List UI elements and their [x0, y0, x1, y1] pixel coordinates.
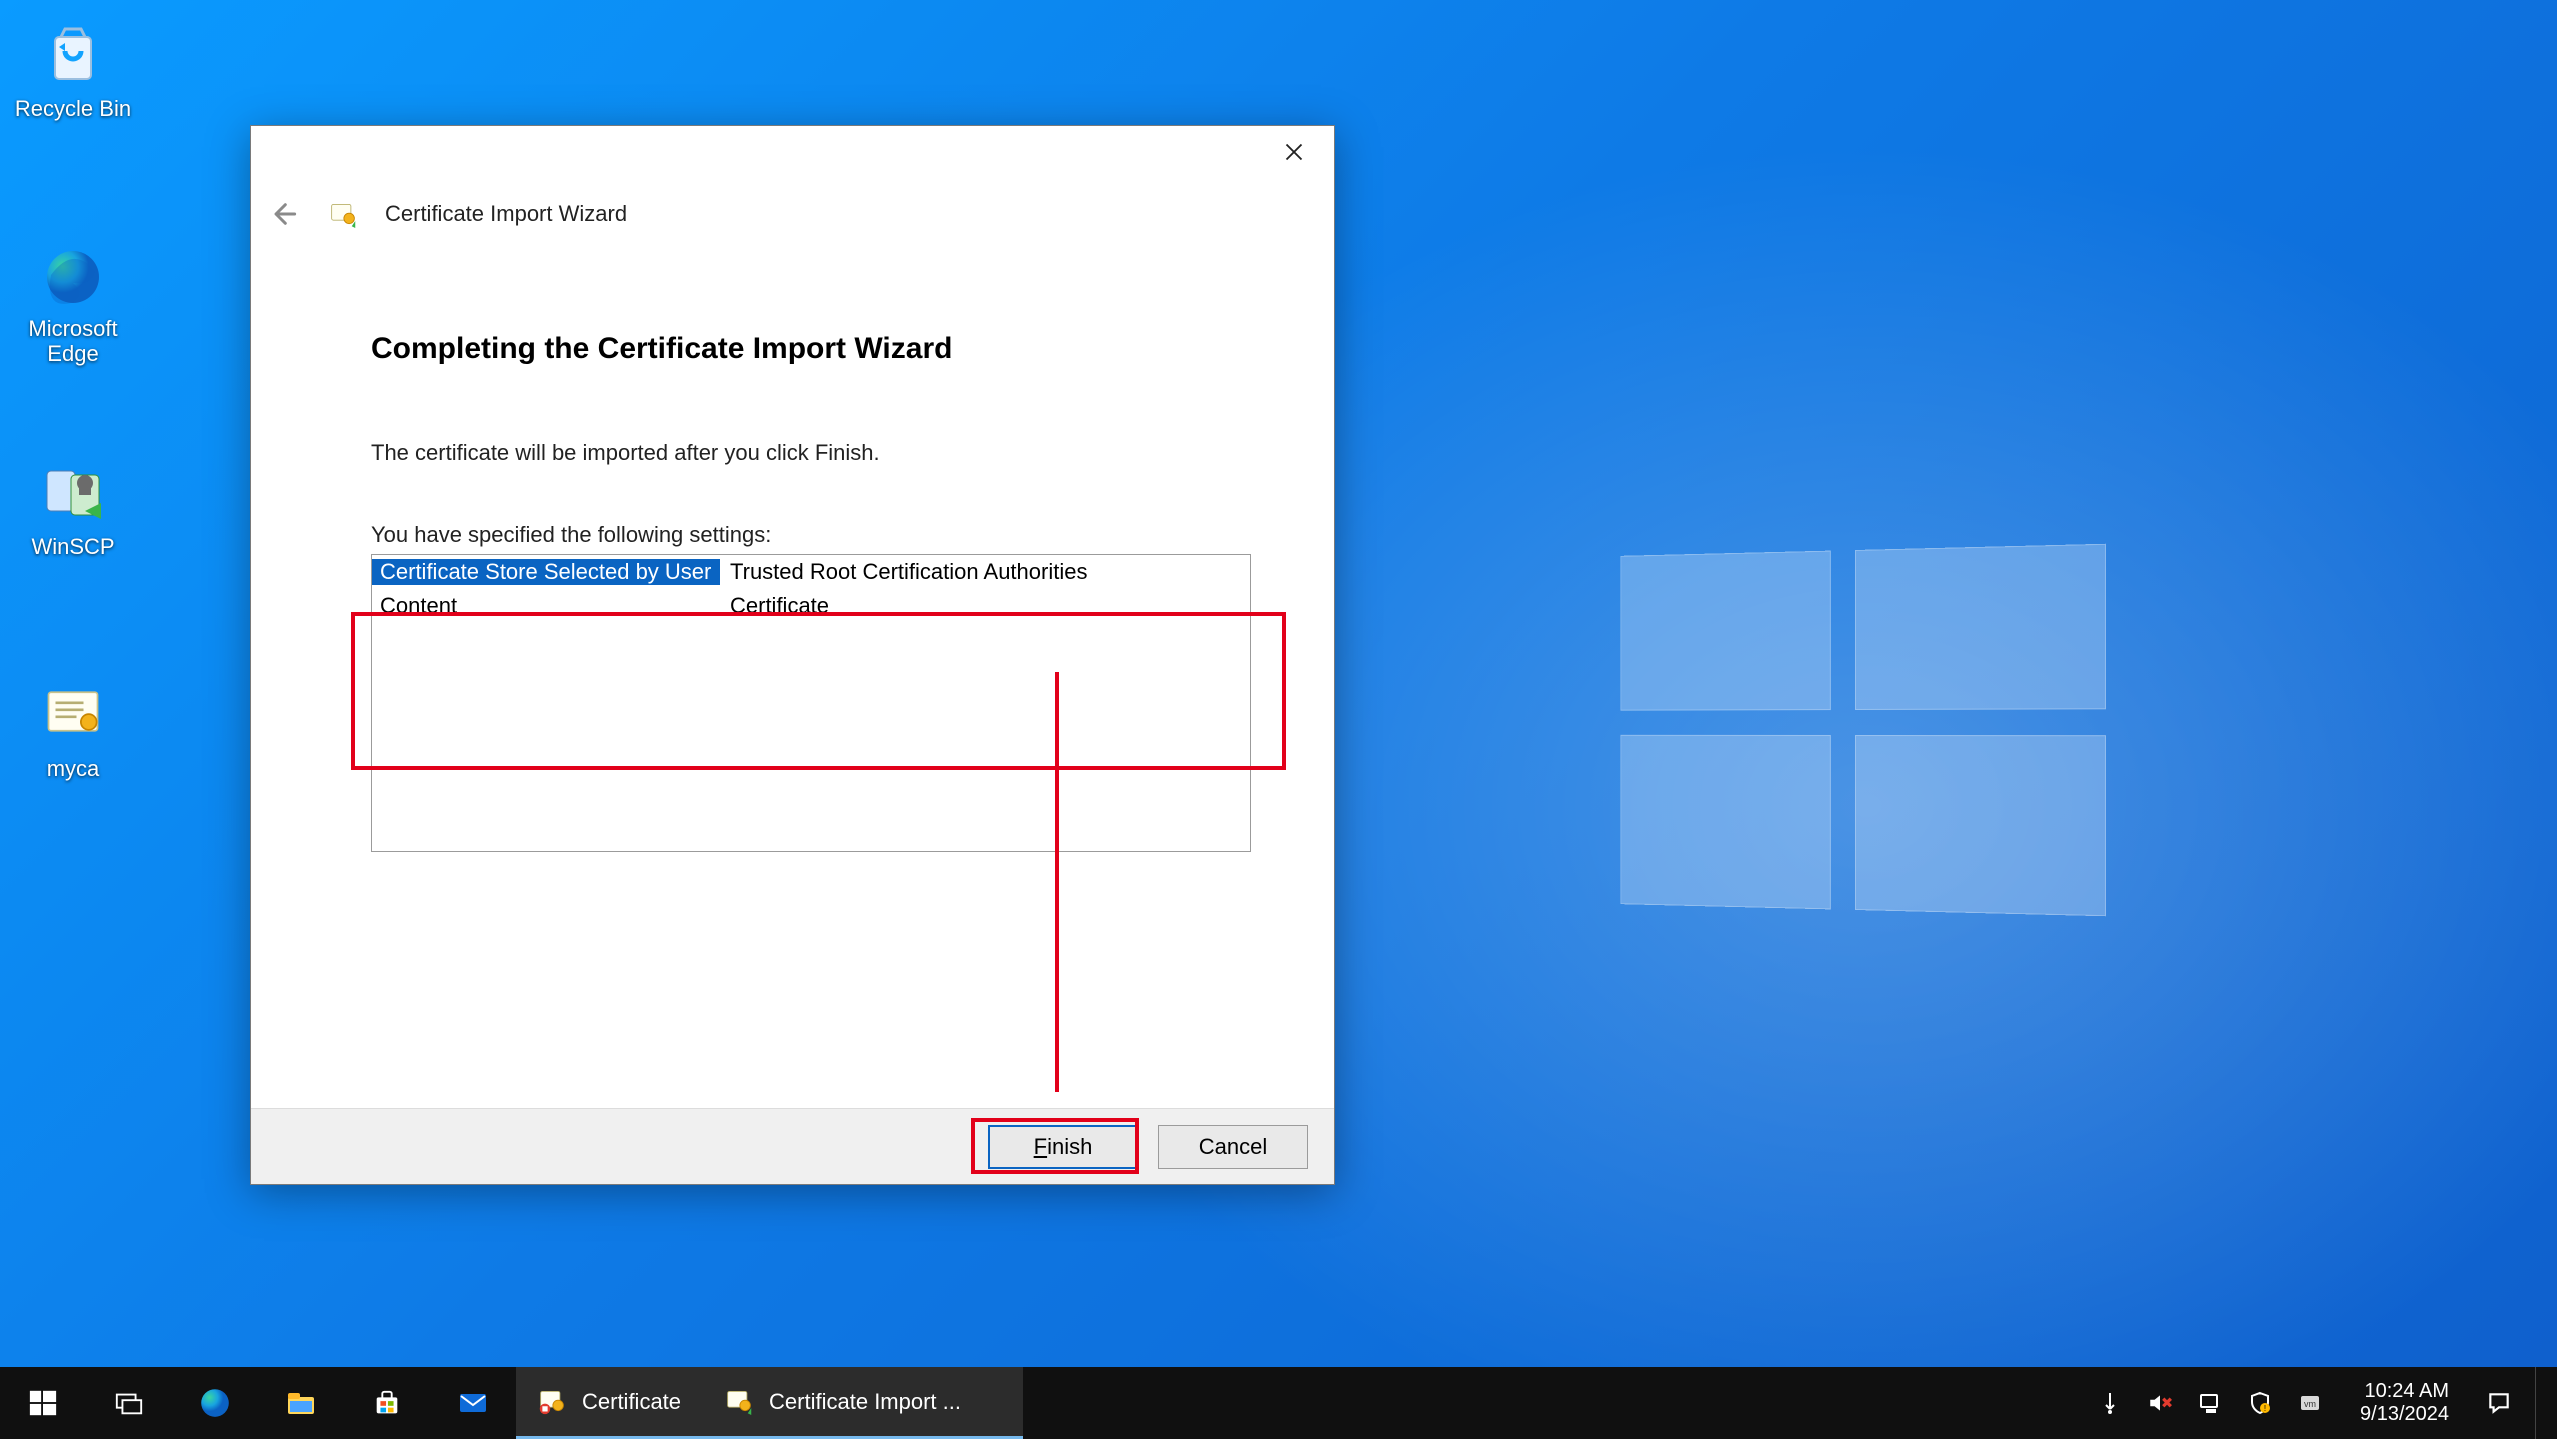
desktop-icon-label: Recycle Bin [8, 96, 138, 121]
wizard-heading: Completing the Certificate Import Wizard [371, 332, 1274, 366]
wizard-breadcrumb: Certificate Import Wizard [269, 200, 627, 228]
windows-logo-icon [28, 1388, 58, 1418]
svg-text:vm: vm [2304, 1399, 2316, 1409]
tray-usb-icon[interactable] [2096, 1389, 2124, 1417]
taskbar-app-label: Certificate [582, 1389, 681, 1415]
settings-value: Certificate [720, 593, 829, 619]
start-button[interactable] [0, 1367, 86, 1439]
winscp-icon [38, 458, 108, 528]
certificate-file-icon [38, 680, 108, 750]
taskbar-app-label: Certificate Import ... [769, 1389, 961, 1415]
cancel-button[interactable]: Cancel [1158, 1125, 1308, 1169]
system-tray: ! vm 10:24 AM 9/13/2024 [2096, 1367, 2557, 1439]
file-explorer-icon [285, 1387, 317, 1419]
certificate-icon [538, 1387, 568, 1417]
taskbar-clock[interactable]: 10:24 AM 9/13/2024 [2346, 1380, 2463, 1426]
close-icon [1284, 142, 1304, 162]
wizard-footer: Finish Cancel [251, 1108, 1334, 1184]
window-close-button[interactable] [1254, 126, 1334, 178]
taskbar: Certificate Certificate Import ... ! vm … [0, 1367, 2557, 1439]
show-desktop-button[interactable] [2535, 1367, 2545, 1439]
wizard-settings-list[interactable]: Certificate Store Selected by User Trust… [371, 554, 1251, 852]
recycle-bin-icon [38, 20, 108, 90]
back-arrow-icon [269, 200, 297, 228]
microsoft-store-icon [372, 1388, 402, 1418]
wizard-title-crumb: Certificate Import Wizard [385, 201, 627, 227]
settings-value: Trusted Root Certification Authorities [720, 559, 1087, 585]
mail-icon [457, 1387, 489, 1419]
windows-logo-backdrop [1620, 544, 2106, 917]
taskbar-pinned-edge[interactable] [172, 1367, 258, 1439]
tray-network-icon[interactable] [2196, 1389, 2224, 1417]
tray-volume-muted-icon[interactable] [2146, 1389, 2174, 1417]
desktop-icon-myca[interactable]: myca [8, 680, 138, 781]
desktop-icon-microsoft-edge[interactable]: Microsoft Edge [8, 240, 138, 367]
desktop-icon-label: WinSCP [8, 534, 138, 559]
desktop-icon-recycle-bin[interactable]: Recycle Bin [8, 20, 138, 121]
taskbar-app-certificate[interactable]: Certificate [516, 1367, 703, 1439]
task-view-icon [114, 1388, 144, 1418]
desktop: Recycle Bin Microsoft Edge WinSCP myca [0, 0, 2557, 1439]
svg-text:!: ! [2264, 1404, 2266, 1413]
certificate-import-wizard-window: Certificate Import Wizard Completing the… [250, 125, 1335, 1185]
taskbar-app-certificate-import-wizard[interactable]: Certificate Import ... [703, 1367, 1023, 1439]
wizard-settings-heading: You have specified the following setting… [371, 522, 1274, 548]
taskbar-pinned-store[interactable] [344, 1367, 430, 1439]
certificate-wizard-icon [725, 1387, 755, 1417]
taskbar-pinned-file-explorer[interactable] [258, 1367, 344, 1439]
desktop-icon-winscp[interactable]: WinSCP [8, 458, 138, 559]
desktop-icon-label: Microsoft Edge [8, 316, 138, 367]
window-titlebar[interactable] [251, 126, 1334, 182]
settings-row[interactable]: Content Certificate [372, 589, 1250, 623]
tray-security-icon[interactable]: ! [2246, 1389, 2274, 1417]
finish-button-rest: inish [1047, 1134, 1092, 1159]
settings-row[interactable]: Certificate Store Selected by User Trust… [372, 555, 1250, 589]
taskbar-pinned-mail[interactable] [430, 1367, 516, 1439]
clock-date: 9/13/2024 [2360, 1403, 2449, 1426]
task-view-button[interactable] [86, 1367, 172, 1439]
edge-icon [198, 1386, 232, 1420]
finish-button-mnemonic: F [1034, 1134, 1047, 1159]
clock-time: 10:24 AM [2360, 1380, 2449, 1403]
certificate-wizard-icon [329, 200, 357, 228]
wizard-lead-text: The certificate will be imported after y… [371, 440, 1274, 466]
desktop-icon-label: myca [8, 756, 138, 781]
settings-key: Content [372, 593, 720, 619]
tray-vm-tools-icon[interactable]: vm [2296, 1389, 2324, 1417]
finish-button[interactable]: Finish [988, 1125, 1138, 1169]
wizard-back-button[interactable] [269, 200, 301, 228]
settings-key: Certificate Store Selected by User [372, 559, 720, 585]
edge-icon [38, 240, 108, 310]
tray-action-center-icon[interactable] [2485, 1389, 2513, 1417]
